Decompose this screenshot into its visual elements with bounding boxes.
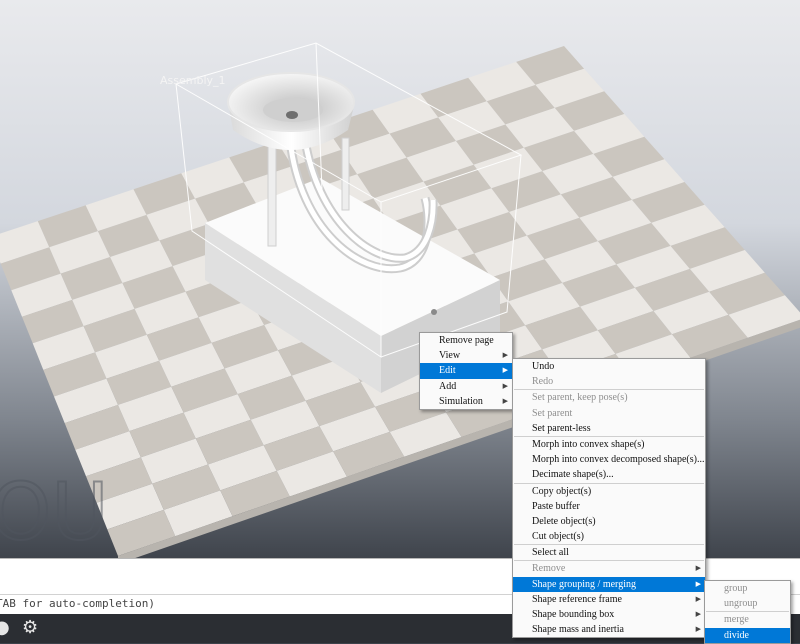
menu-item-label: Set parent-less [532,423,591,434]
menu-item[interactable]: Morph into convex decomposed shape(s)... [513,452,705,467]
menu-item-label: Shape mass and inertia [532,624,624,635]
menu-item-label: ungroup [724,598,757,609]
menu-item[interactable]: Set parent, keep pose(s) [513,390,705,405]
chevron-right-icon: ▶ [696,561,701,576]
menu-item[interactable]: Copy object(s) [513,484,705,499]
bowl-drain [286,111,298,119]
menu-item[interactable]: Shape grouping / merging ▶ [513,577,705,592]
menu-item[interactable]: Shape bounding box ▶ [513,607,705,622]
menu-item[interactable]: View ▶ [420,348,512,363]
menu-item-label: Cut object(s) [532,531,584,542]
menu-item[interactable]: Delete object(s) [513,514,705,529]
edit-submenu: Undo Redo Set parent, keep pose(s) Set pare… [512,358,706,638]
menu-item[interactable]: Remove page [420,333,512,348]
support-leg [342,138,349,210]
menu-item-label: divide [724,630,749,641]
assembly-label: Assembly_1 [160,74,226,87]
chevron-right-icon: ▶ [696,607,701,622]
menu-item[interactable]: Shape reference frame ▶ [513,592,705,607]
menu-item-label: Select all [532,547,569,558]
context-menu: Remove page View ▶ Edit ▶ Add ▶ Simulation ▶ [419,332,513,410]
menu-item[interactable]: Redo [513,374,705,389]
menu-item-label: Add [439,381,456,392]
menu-item-label: Shape bounding box [532,609,614,620]
chevron-right-icon: ▶ [696,622,701,637]
menu-item-label: Edit [439,365,456,376]
menu-item-label: Morph into convex decomposed shape(s)... [532,454,704,465]
chevron-right-icon: ▶ [503,348,508,363]
base-hole [431,309,437,315]
gear-icon[interactable]: ⚙ [22,618,38,638]
menu-item-label: Remove page [439,335,494,346]
support-leg [268,146,276,246]
menu-item-label: Paste buffer [532,501,580,512]
menu-item-label: Morph into convex shape(s) [532,439,644,450]
menu-item[interactable]: Select all [513,545,705,560]
menu-item[interactable]: Remove ▶ [513,561,705,576]
menu-item[interactable]: Morph into convex shape(s) [513,437,705,452]
console-input-hint[interactable]: TAB for auto-completion) [0,597,155,610]
menu-item[interactable]: ungroup [705,596,790,611]
menu-item[interactable]: Simulation ▶ [420,394,512,409]
menu-item-label: Set parent [532,408,572,419]
menu-item[interactable]: merge [705,612,790,627]
chevron-right-icon: ▶ [503,394,508,409]
chevron-right-icon: ▶ [503,363,508,378]
menu-item-label: Remove [532,563,565,574]
menu-item-label: Copy object(s) [532,486,591,497]
menu-item[interactable]: Set parent-less [513,421,705,436]
menu-item[interactable]: Set parent [513,406,705,421]
shape-grouping-submenu: group ungroup merge divide [704,580,791,644]
menu-item-label: Delete object(s) [532,516,596,527]
menu-item[interactable]: group [705,581,790,596]
chevron-right-icon: ▶ [696,592,701,607]
chevron-right-icon: ▶ [696,577,701,592]
menu-item-label: View [439,350,460,361]
menu-item-label: group [724,583,747,594]
menu-item[interactable]: Add ▶ [420,379,512,394]
menu-item-label: Undo [532,361,554,372]
chevron-right-icon: ▶ [503,379,508,394]
menu-item[interactable]: Shape mass and inertia ▶ [513,622,705,637]
menu-item[interactable]: Paste buffer [513,499,705,514]
menu-item-label: Redo [532,376,553,387]
menu-item-label: Shape reference frame [532,594,622,605]
record-icon[interactable]: ● [0,618,10,638]
menu-item-label: Set parent, keep pose(s) [532,392,628,403]
menu-item-label: Shape grouping / merging [532,579,636,590]
menu-item[interactable]: Cut object(s) [513,529,705,544]
menu-item[interactable]: Decimate shape(s)... [513,467,705,482]
menu-item-label: Simulation [439,396,483,407]
watermark-logo: OU [0,468,109,558]
menu-item-label: merge [724,614,749,625]
menu-item[interactable]: Undo [513,359,705,374]
menu-item-label: Decimate shape(s)... [532,469,614,480]
menu-item[interactable]: Edit ▶ [420,363,512,378]
menu-item[interactable]: divide [705,628,790,643]
